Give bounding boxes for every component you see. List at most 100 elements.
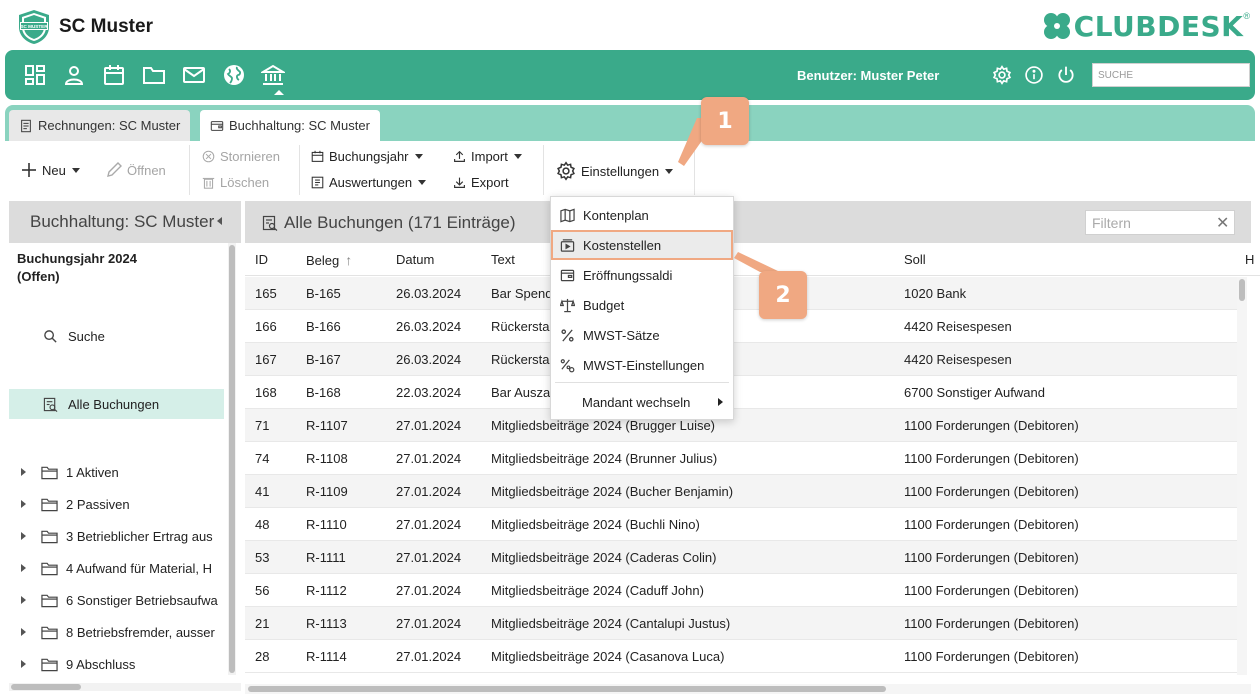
mail-icon[interactable] <box>182 63 206 87</box>
calendar-icon[interactable] <box>102 63 126 87</box>
sidebar: Buchungsjahr 2024 (Offen) Suche Alle Buc… <box>9 243 241 680</box>
column-header-soll[interactable]: Soll <box>904 252 926 267</box>
expand-arrow-icon[interactable] <box>21 468 26 476</box>
wallet-icon <box>560 269 575 281</box>
table-row[interactable]: 56 R-1112 27.01.2024 Mitgliedsbeiträge 2024… <box>245 574 1237 607</box>
table-horizontal-scrollbar[interactable] <box>245 684 1251 694</box>
fiscal-year-button[interactable]: Buchungsjahr <box>311 149 423 164</box>
column-header-beleg[interactable]: Beleg ↑ <box>306 252 352 268</box>
menu-divider <box>555 382 729 383</box>
menu-item-vat-rates[interactable]: MWST-Sätze <box>551 320 733 350</box>
clover-icon <box>1043 13 1070 39</box>
delete-button[interactable]: Löschen <box>202 175 269 190</box>
new-label: Neu <box>42 162 66 178</box>
tree-item-account-group[interactable]: 2 Passiven <box>9 492 224 516</box>
table-cell-soll: 1100 Forderungen (Debitoren) <box>904 550 1079 565</box>
percent-settings-icon <box>560 358 575 372</box>
table-cell-beleg: R-1113 <box>306 616 347 631</box>
tree-item-account-group[interactable]: 8 Betriebsfremder, ausser <box>9 620 224 644</box>
folder-icon[interactable] <box>142 63 166 87</box>
tree-item-account-group[interactable]: 1 Aktiven <box>9 460 224 484</box>
tree-item-account-group[interactable]: 3 Betrieblicher Ertrag aus <box>9 524 224 548</box>
table-row[interactable]: 41 R-1109 27.01.2024 Mitgliedsbeiträge 2024… <box>245 475 1237 508</box>
table-cell-soll: 4420 Reisespesen <box>904 352 1012 367</box>
expand-arrow-icon[interactable] <box>21 628 26 636</box>
table-row[interactable]: 167 B-167 26.03.2024 Rückersta 4420 Reisespe… <box>245 343 1237 376</box>
new-button[interactable]: Neu <box>21 162 80 178</box>
expand-arrow-icon[interactable] <box>21 500 26 508</box>
column-header-haben[interactable]: H <box>1245 252 1254 267</box>
menu-item-vat-settings[interactable]: MWST-Einstellungen <box>551 350 733 380</box>
globe-icon[interactable] <box>222 63 246 87</box>
sidebar-vertical-scrollbar[interactable] <box>228 243 236 675</box>
sidebar-item-all-bookings[interactable]: Alle Buchungen <box>9 389 224 419</box>
filter-input[interactable] <box>1085 210 1235 235</box>
table-cell-text: Mitgliedsbeiträge 2024 (Cantalupi Justus… <box>491 616 731 631</box>
expand-arrow-icon[interactable] <box>21 596 26 604</box>
table-row[interactable]: 48 R-1110 27.01.2024 Mitgliedsbeiträge 2024… <box>245 508 1237 541</box>
bank-icon[interactable] <box>259 63 287 87</box>
table-row[interactable]: 166 B-166 26.03.2024 Rückersta 4420 Reisespe… <box>245 310 1237 343</box>
menu-item-opening-balances[interactable]: Eröffnungssaldi <box>551 260 733 290</box>
tree-item-account-group[interactable]: 9 Abschluss <box>9 652 224 676</box>
scrollbar-thumb[interactable] <box>229 245 235 673</box>
person-icon[interactable] <box>62 63 86 87</box>
info-icon[interactable] <box>1024 65 1044 85</box>
delete-label: Löschen <box>220 175 270 190</box>
scrollbar-thumb[interactable] <box>248 686 886 692</box>
scrollbar-thumb[interactable] <box>1239 279 1245 301</box>
tab-invoices[interactable]: Rechnungen: SC Muster <box>9 110 191 141</box>
menu-item-switch-client[interactable]: Mandant wechseln <box>551 387 733 417</box>
expand-arrow-icon[interactable] <box>21 564 26 572</box>
export-label: Export <box>471 175 509 190</box>
fiscal-year-label: Buchungsjahr <box>329 149 409 164</box>
toolbar-divider <box>543 145 544 195</box>
expand-arrow-icon[interactable] <box>21 532 26 540</box>
expand-arrow-icon[interactable] <box>21 660 26 668</box>
cancel-booking-button[interactable]: Stornieren <box>202 149 280 164</box>
fiscal-year-name: Buchungsjahr 2024 <box>17 251 137 266</box>
table-cell-datum: 27.01.2024 <box>396 418 462 433</box>
chevron-down-icon <box>418 180 427 185</box>
open-button[interactable]: Öffnen <box>106 162 166 178</box>
global-search-input[interactable] <box>1092 63 1250 87</box>
dashboard-icon[interactable] <box>23 63 47 87</box>
table-cell-id: 21 <box>255 616 270 631</box>
import-button[interactable]: Import <box>453 149 522 164</box>
tab-accounting[interactable]: Buchhaltung: SC Muster <box>200 110 380 141</box>
column-header-datum[interactable]: Datum <box>396 252 434 267</box>
menu-item-chart-of-accounts[interactable]: Kontenplan <box>551 200 733 230</box>
tree-item-account-group[interactable]: 4 Aufwand für Material, H <box>9 556 224 580</box>
column-header-text[interactable]: Text <box>491 252 515 267</box>
settings-button[interactable]: Einstellungen <box>556 161 674 181</box>
scrollbar-thumb[interactable] <box>11 684 81 690</box>
menu-item-cost-centers[interactable]: Kostenstellen <box>551 230 733 260</box>
column-header-id[interactable]: ID <box>255 252 268 267</box>
table-row[interactable]: 74 R-1108 27.01.2024 Mitgliedsbeiträge 2024… <box>245 442 1237 475</box>
table-vertical-scrollbar[interactable] <box>1237 277 1247 675</box>
table-row[interactable]: 165 B-165 26.03.2024 Bar Spend 1020 Bank <box>245 277 1237 310</box>
collapse-sidebar-icon[interactable] <box>217 217 222 225</box>
menu-item-budget[interactable]: Budget <box>551 290 733 320</box>
table-cell-text: Rückersta <box>491 352 550 367</box>
export-button[interactable]: Export <box>453 175 509 190</box>
power-icon[interactable] <box>1056 65 1076 85</box>
table-cell-beleg: R-1111 <box>306 550 346 565</box>
reports-button[interactable]: Auswertungen <box>311 175 427 190</box>
club-logo: SC MUSTER <box>16 9 52 45</box>
tree-item-account-group[interactable]: 6 Sonstiger Betriebsaufwa <box>9 588 224 612</box>
table-row[interactable]: 21 R-1113 27.01.2024 Mitgliedsbeiträge 2024… <box>245 607 1237 640</box>
clubdesk-logo: CLUBDESK ® <box>1040 9 1250 43</box>
calendar-icon <box>311 150 324 162</box>
sidebar-item-search[interactable]: Suche <box>9 321 224 351</box>
table-row[interactable]: 71 R-1107 27.01.2024 Mitgliedsbeiträge 2024… <box>245 409 1237 442</box>
content-header: Alle Buchungen (171 Einträge) ✕ <box>245 201 1251 243</box>
table-row[interactable]: 53 R-1111 27.01.2024 Mitgliedsbeiträge 2024… <box>245 541 1237 574</box>
gear-icon[interactable] <box>992 65 1012 85</box>
table-row[interactable]: 168 B-168 22.03.2024 Bar Ausza 6700 Sonstige… <box>245 376 1237 409</box>
ledger-icon <box>210 120 224 131</box>
table-row[interactable]: 28 R-1114 27.01.2024 Mitgliedsbeiträge 2024… <box>245 640 1237 673</box>
chevron-right-icon <box>718 398 723 406</box>
sidebar-horizontal-scrollbar[interactable] <box>9 683 241 691</box>
clear-filter-icon[interactable]: ✕ <box>1216 213 1229 233</box>
